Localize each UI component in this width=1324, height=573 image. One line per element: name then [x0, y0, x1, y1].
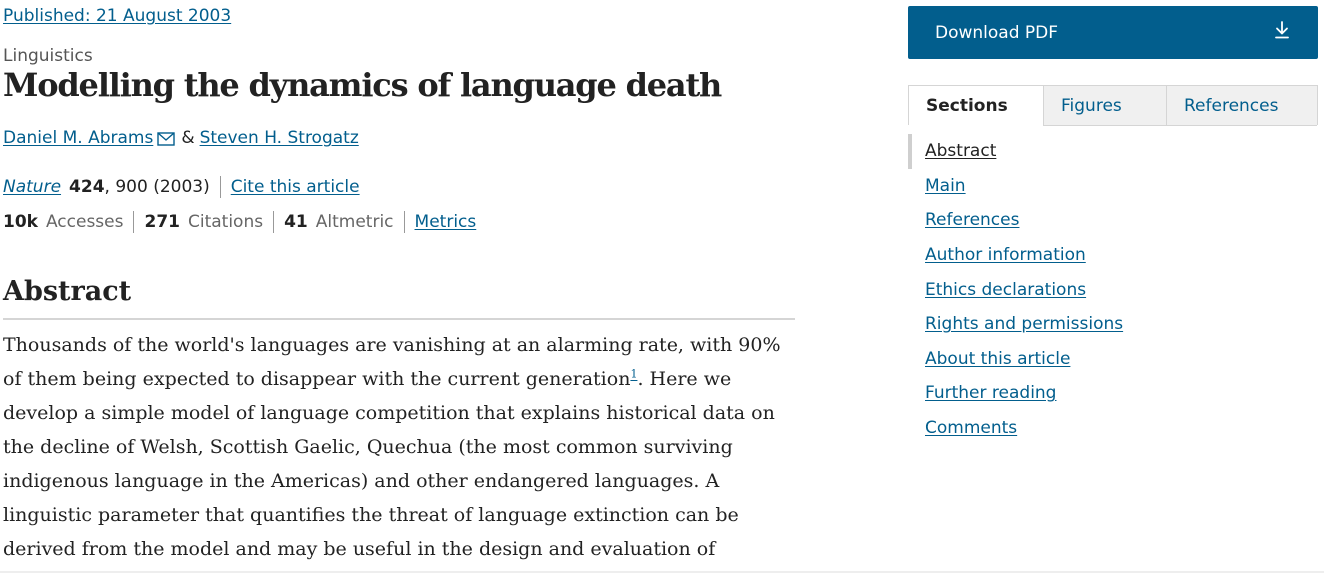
tab-figures[interactable]: Figures	[1043, 86, 1166, 126]
cite-this-article-link[interactable]: Cite this article	[231, 177, 360, 197]
abstract-text: Thousands of the world's languages are v…	[3, 328, 803, 573]
toc-item-ethics-declarations: Ethics declarations	[908, 272, 1208, 307]
toc-link-references[interactable]: References	[925, 210, 1019, 230]
toc-item-references: References	[908, 203, 1208, 238]
article-metrics: 10k Accesses 271 Citations 41 Altmetric …	[3, 211, 476, 233]
divider	[273, 211, 275, 233]
toc-item-further-reading: Further reading	[908, 376, 1208, 411]
toc-item-about-this-article: About this article	[908, 342, 1208, 377]
toc-link-further-reading[interactable]: Further reading	[925, 383, 1056, 403]
journal-link[interactable]: Nature	[3, 177, 61, 197]
download-pdf-button[interactable]: Download PDF	[908, 6, 1318, 59]
sections-nav: Abstract Main References Author informat…	[908, 134, 1208, 445]
envelope-icon[interactable]	[157, 131, 176, 146]
divider	[133, 211, 135, 233]
author-separator: &	[181, 128, 195, 148]
toc-item-author-information: Author information	[908, 238, 1208, 273]
download-pdf-label: Download PDF	[935, 22, 1059, 43]
toc-link-ethics-declarations[interactable]: Ethics declarations	[925, 280, 1086, 300]
published-date[interactable]: Published: 21 August 2003	[3, 6, 231, 26]
published-date-link[interactable]: Published: 21 August 2003	[3, 6, 231, 26]
abstract-divider	[3, 318, 795, 320]
toc-link-abstract[interactable]: Abstract	[925, 141, 996, 161]
sidebar-tabs: Sections Figures References	[908, 85, 1318, 126]
accesses-count: 10k	[3, 212, 38, 232]
altmetric-count: 41	[284, 212, 308, 232]
divider	[219, 176, 221, 198]
divider	[403, 211, 405, 233]
author-list: Daniel M. Abrams & Steven H. Strogatz	[3, 128, 359, 148]
published-prefix: Published:	[3, 6, 96, 26]
published-date-value: 21 August 2003	[95, 6, 232, 26]
toc-link-comments[interactable]: Comments	[925, 418, 1017, 438]
toc-item-main: Main	[908, 169, 1208, 204]
article-subject: Linguistics	[3, 46, 93, 66]
toc-link-rights-and-permissions[interactable]: Rights and permissions	[925, 314, 1123, 334]
citation-line: Nature 424 , 900 (2003) Cite this articl…	[3, 176, 360, 198]
metrics-link[interactable]: Metrics	[415, 212, 477, 232]
tab-references[interactable]: References	[1166, 86, 1317, 126]
citations-count: 271	[144, 212, 180, 232]
abstract-heading: Abstract	[3, 276, 132, 307]
altmetric-label: Altmetric	[315, 212, 394, 232]
citation-pages-year: , 900 (2003)	[104, 177, 210, 197]
tab-sections[interactable]: Sections	[909, 86, 1043, 126]
download-icon	[1274, 21, 1290, 44]
abstract-text-part2: . Here we develop a simple model of lang…	[3, 368, 775, 573]
author-link-abrams[interactable]: Daniel M. Abrams	[3, 128, 153, 148]
citations-label: Citations	[187, 212, 264, 232]
accesses-label: Accesses	[45, 212, 124, 232]
toc-item-comments: Comments	[908, 411, 1208, 446]
citation-volume: 424	[69, 177, 105, 197]
toc-item-abstract: Abstract	[908, 134, 1208, 169]
toc-item-rights-and-permissions: Rights and permissions	[908, 307, 1208, 342]
toc-link-author-information[interactable]: Author information	[925, 245, 1086, 265]
article-title: Modelling the dynamics of language death	[3, 66, 722, 104]
toc-link-main[interactable]: Main	[925, 176, 966, 196]
author-link-strogatz[interactable]: Steven H. Strogatz	[200, 128, 359, 148]
toc-link-about-this-article[interactable]: About this article	[925, 349, 1070, 369]
